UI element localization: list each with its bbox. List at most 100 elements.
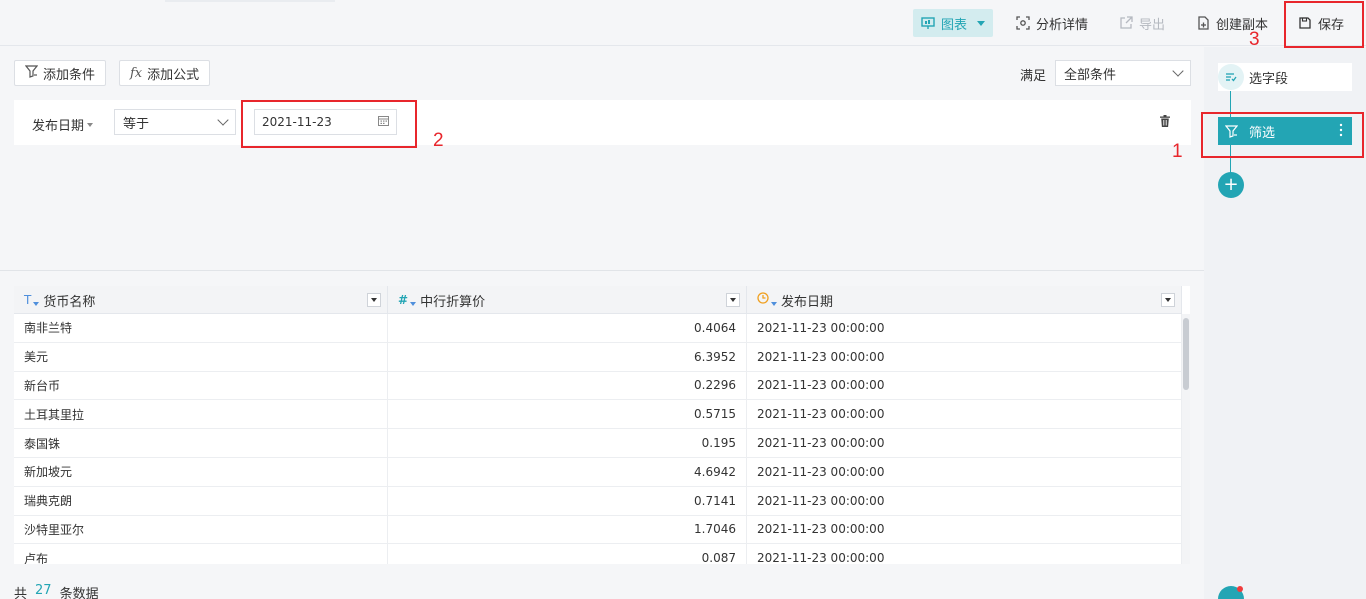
filter-panel: 添加条件 fx 添加公式 满足 全部条件 发布日期 等于 2021-11-23 — [0, 47, 1204, 271]
cell-price: 0.4064 — [388, 314, 747, 342]
scan-icon — [1016, 16, 1030, 30]
caret-down-icon — [87, 122, 94, 127]
table-row[interactable]: 土耳其里拉 0.5715 2021-11-23 00:00:00 — [14, 400, 1182, 430]
step-select-fields-label: 选字段 — [1249, 71, 1289, 87]
annotation-number-1: 1 — [1172, 141, 1183, 162]
chart-icon — [921, 16, 935, 30]
add-step-button[interactable]: + — [1218, 172, 1244, 198]
cell-date: 2021-11-23 00:00:00 — [747, 429, 1182, 457]
clock-icon — [757, 292, 769, 308]
chevron-down-icon — [1172, 65, 1184, 77]
chart-button[interactable]: 图表 — [913, 9, 993, 37]
top-toolbar: 图表 分析详情 导出 创建副本 保存 — [0, 0, 1366, 46]
cell-date: 2021-11-23 00:00:00 — [747, 314, 1182, 342]
number-type-icon: # — [398, 293, 409, 307]
table-row[interactable]: 沙特里亚尔 1.7046 2021-11-23 00:00:00 — [14, 515, 1182, 545]
text-type-icon: T — [24, 293, 32, 307]
annotation-box-save — [1284, 1, 1364, 48]
cell-currency-name: 瑞典克朗 — [14, 486, 388, 515]
cell-currency-name: 沙特里亚尔 — [14, 515, 388, 544]
column-header-currency[interactable]: T 货币名称 — [14, 286, 388, 314]
table-row[interactable]: 南非兰特 0.4064 2021-11-23 00:00:00 — [14, 314, 1182, 343]
table-header: T 货币名称 # 中行折算价 发布日期 — [14, 286, 1182, 314]
annotation-number-3: 3 — [1249, 29, 1260, 50]
table-row[interactable]: 瑞典克朗 0.7141 2021-11-23 00:00:00 — [14, 486, 1182, 516]
add-formula-label: 添加公式 — [147, 67, 200, 83]
filter-icon — [24, 64, 39, 82]
column-menu-button[interactable] — [1161, 293, 1175, 307]
cell-price: 6.3952 — [388, 342, 747, 371]
cell-date: 2021-11-23 00:00:00 — [747, 371, 1182, 400]
caret-down-icon — [410, 302, 417, 306]
scrollbar-thumb[interactable] — [1183, 318, 1189, 390]
record-count-suffix: 条数据 — [59, 587, 99, 599]
cell-date: 2021-11-23 00:00:00 — [747, 515, 1182, 544]
caret-down-icon — [771, 302, 777, 306]
column-header-label: 发布日期 — [781, 294, 834, 310]
annotation-box-date — [241, 100, 417, 148]
plus-icon: + — [1223, 174, 1239, 195]
analysis-detail-button[interactable]: 分析详情 — [1016, 9, 1088, 37]
cell-currency-name: 泰国铢 — [14, 429, 388, 457]
column-header-label: 中行折算价 — [420, 294, 486, 310]
column-header-label: 货币名称 — [43, 294, 96, 310]
add-formula-button[interactable]: fx 添加公式 — [119, 60, 211, 86]
add-condition-label: 添加条件 — [43, 67, 96, 83]
satisfy-select[interactable]: 全部条件 — [1055, 60, 1191, 86]
notification-dot — [1237, 586, 1243, 592]
table-row[interactable]: 新加坡元 4.6942 2021-11-23 00:00:00 — [14, 457, 1182, 487]
filter-condition-row: 发布日期 等于 2021-11-23 — [14, 100, 1191, 145]
table-body: 南非兰特 0.4064 2021-11-23 00:00:00 美元 6.3952 202… — [14, 314, 1182, 564]
add-condition-button[interactable]: 添加条件 — [14, 60, 107, 86]
cell-date: 2021-11-23 00:00:00 — [747, 486, 1182, 515]
cell-price: 0.2296 — [388, 371, 747, 400]
cell-date: 2021-11-23 00:00:00 — [747, 544, 1182, 564]
table-row[interactable]: 卢布 0.087 2021-11-23 00:00:00 — [14, 544, 1182, 564]
annotation-number-2: 2 — [433, 130, 444, 151]
condition-field-label: 发布日期 — [32, 119, 85, 134]
delete-icon[interactable] — [1160, 115, 1170, 127]
annotation-box-filter-step — [1201, 112, 1364, 158]
chart-button-label: 图表 — [941, 17, 968, 33]
analysis-detail-label: 分析详情 — [1036, 17, 1089, 33]
export-label: 导出 — [1139, 17, 1166, 33]
step-select-fields[interactable]: 选字段 — [1218, 63, 1352, 91]
cell-date: 2021-11-23 00:00:00 — [747, 342, 1182, 371]
record-count-value: 27 — [35, 583, 52, 598]
column-menu-button[interactable] — [367, 293, 381, 307]
cell-date: 2021-11-23 00:00:00 — [747, 400, 1182, 429]
copy-icon — [1196, 16, 1210, 30]
chevron-down-icon — [977, 20, 986, 26]
cell-currency-name: 新加坡元 — [14, 457, 388, 486]
satisfy-select-value: 全部条件 — [1064, 67, 1117, 83]
create-copy-label: 创建副本 — [1216, 17, 1269, 33]
table-row[interactable]: 美元 6.3952 2021-11-23 00:00:00 — [14, 342, 1182, 372]
select-fields-icon — [1218, 64, 1244, 90]
column-header-date[interactable]: 发布日期 — [747, 286, 1182, 314]
cell-price: 0.195 — [388, 429, 747, 457]
satisfy-label: 满足 — [1020, 69, 1047, 84]
cell-price: 0.5715 — [388, 400, 747, 429]
cell-currency-name: 美元 — [14, 342, 388, 371]
column-menu-button[interactable] — [726, 293, 740, 307]
table-row[interactable]: 泰国铢 0.195 2021-11-23 00:00:00 — [14, 429, 1182, 458]
formula-icon: fx — [130, 65, 143, 81]
cell-currency-name: 新台币 — [14, 371, 388, 400]
operator-value: 等于 — [123, 116, 150, 132]
chevron-down-icon — [217, 114, 229, 126]
export-button[interactable]: 导出 — [1119, 9, 1165, 37]
cell-price: 0.087 — [388, 544, 747, 564]
data-table: T 货币名称 # 中行折算价 发布日期 南非兰特 0.4064 2021-11-23… — [14, 286, 1190, 564]
cell-currency-name: 南非兰特 — [14, 314, 388, 342]
operator-select[interactable]: 等于 — [114, 109, 236, 135]
record-count-prefix: 共 — [14, 587, 28, 599]
cell-currency-name: 土耳其里拉 — [14, 400, 388, 429]
condition-field-select[interactable]: 发布日期 — [32, 115, 94, 134]
caret-down-icon — [33, 302, 40, 306]
column-header-price[interactable]: # 中行折算价 — [388, 286, 747, 314]
cell-price: 0.7141 — [388, 486, 747, 515]
cell-currency-name: 卢布 — [14, 544, 388, 564]
cell-price: 1.7046 — [388, 515, 747, 544]
export-icon — [1119, 16, 1133, 30]
table-row[interactable]: 新台币 0.2296 2021-11-23 00:00:00 — [14, 371, 1182, 401]
